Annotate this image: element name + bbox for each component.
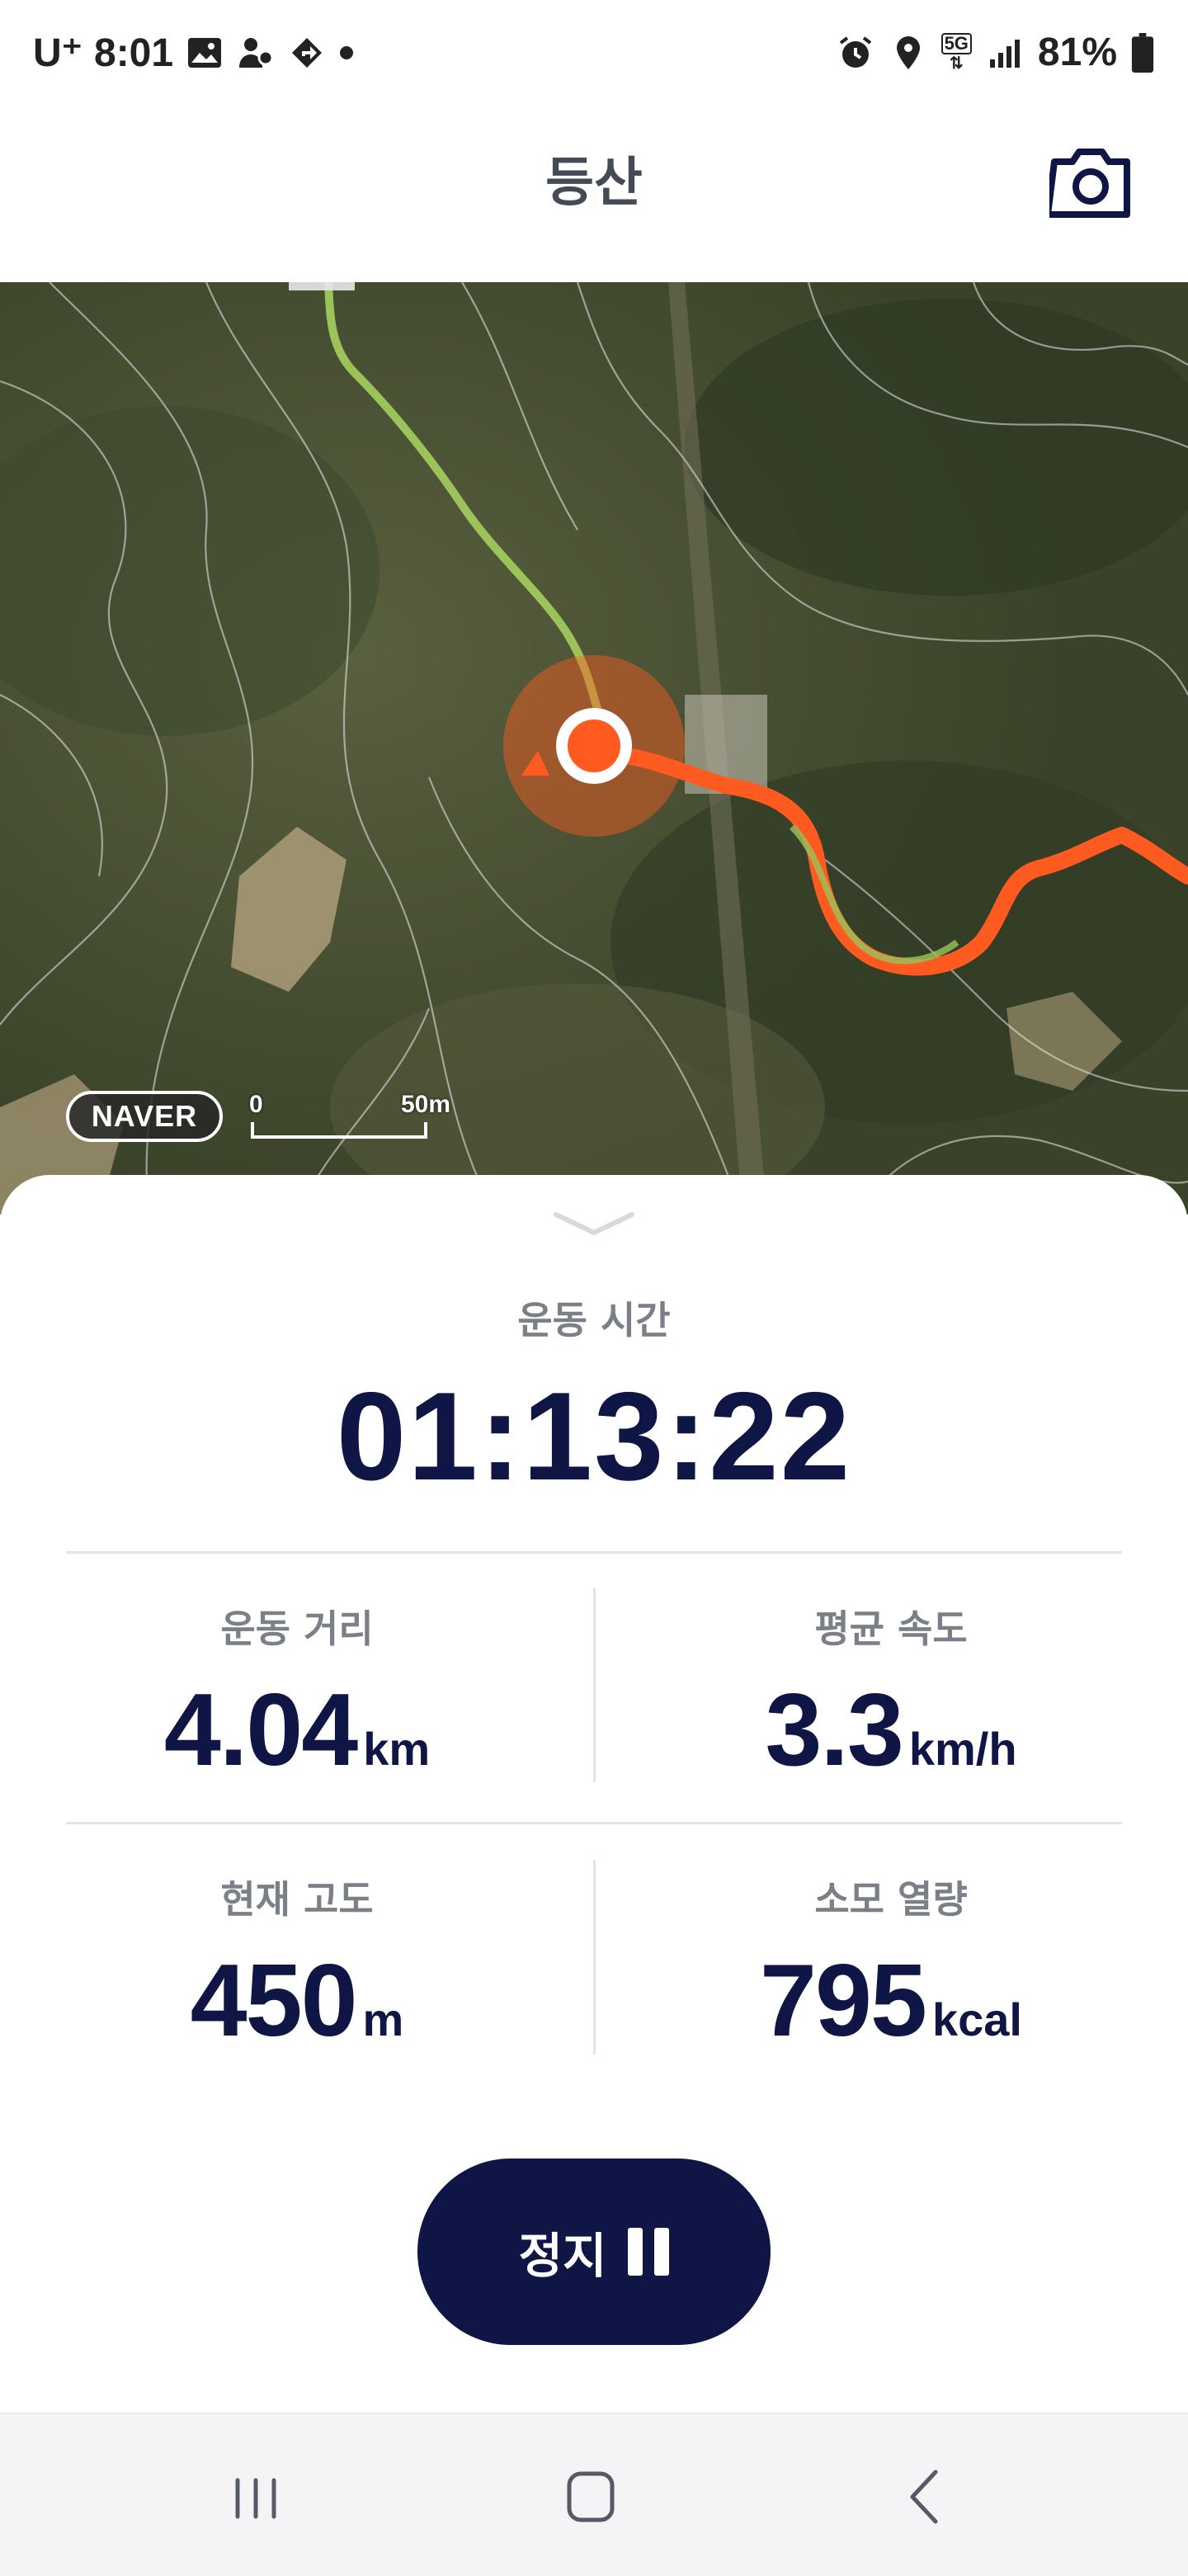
map-view[interactable]: NAVER 0 50m <box>0 282 1188 1215</box>
stat-value: 3.3 <box>765 1673 903 1787</box>
camera-icon[interactable] <box>1049 145 1132 219</box>
navigation-icon <box>292 38 323 68</box>
pause-icon <box>628 2228 670 2276</box>
battery-percent: 81% <box>1037 31 1117 74</box>
stat-value: 4.04 <box>163 1673 358 1787</box>
stat-speed: 평균 속도 3.3 km/h <box>627 1599 1155 1789</box>
5g-icon: 5G ⇅ <box>940 32 972 73</box>
stat-label: 평균 속도 <box>814 1606 968 1651</box>
stat-label: 소모 열량 <box>814 1877 968 1922</box>
person-location-icon <box>239 38 274 68</box>
time-value: 01:13:22 <box>336 1366 852 1507</box>
chevron-down-icon[interactable] <box>553 1208 635 1241</box>
carrier-label: U⁺ <box>33 31 82 75</box>
back-icon[interactable] <box>874 2456 974 2538</box>
status-time: 8:01 <box>94 31 174 75</box>
network-type: 5G <box>940 32 972 54</box>
vertical-divider <box>593 1588 596 1782</box>
map-canvas <box>0 282 1188 1215</box>
stat-label: 현재 고도 <box>220 1877 374 1922</box>
stat-unit: km <box>363 1723 431 1775</box>
divider <box>66 1551 1122 1554</box>
waypoint-marker <box>289 282 355 290</box>
gallery-icon <box>188 38 222 68</box>
stat-distance: 운동 거리 4.04 km <box>33 1599 561 1789</box>
divider <box>66 1822 1122 1824</box>
current-location-dot <box>568 719 620 772</box>
home-icon[interactable] <box>541 2456 640 2538</box>
stat-value: 795 <box>760 1944 927 2058</box>
alarm-icon <box>839 35 871 68</box>
naver-logo: NAVER <box>66 1091 223 1142</box>
stat-unit: m <box>362 1993 404 2045</box>
stop-button[interactable]: 정지 <box>417 2158 771 2345</box>
workout-panel: 운동 시간 01:13:22 운동 거리 4.04 km 평균 속도 3.3 k… <box>0 1175 1188 2413</box>
location-icon <box>896 35 920 69</box>
signal-icon <box>989 39 1020 68</box>
system-nav-bar <box>0 2413 1188 2576</box>
stat-unit: km/h <box>908 1723 1017 1775</box>
app-header: 등산 <box>0 107 1188 282</box>
forest-patch <box>685 299 1188 596</box>
stat-unit: kcal <box>931 1993 1022 2045</box>
stat-label: 운동 거리 <box>220 1606 374 1651</box>
vertical-divider <box>593 1860 596 2055</box>
page-title: 등산 <box>545 153 643 214</box>
time-label: 운동 시간 <box>517 1298 671 1342</box>
battery-icon <box>1131 32 1154 73</box>
map-scale: 0 50m <box>248 1091 478 1145</box>
recent-apps-icon[interactable] <box>206 2456 305 2538</box>
stat-value: 450 <box>190 1944 358 2058</box>
status-bar: U⁺ 8:01 5G ⇅ 81% <box>0 0 1188 107</box>
stat-calories: 소모 열량 795 kcal <box>627 1870 1155 2059</box>
stop-label: 정지 <box>518 2228 607 2284</box>
stat-altitude: 현재 고도 450 m <box>33 1870 561 2059</box>
scale-line <box>251 1122 427 1139</box>
dot-icon <box>340 46 354 59</box>
